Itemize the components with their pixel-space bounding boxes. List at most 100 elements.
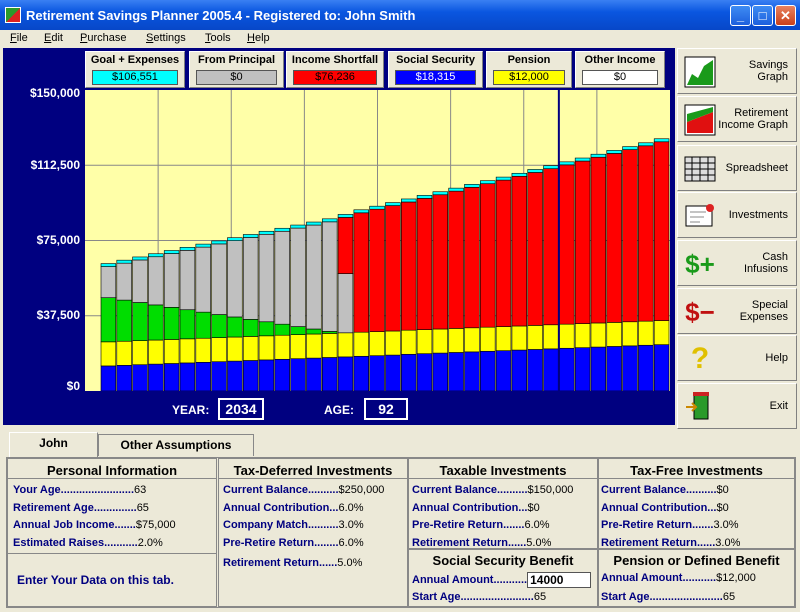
tx-pre-retire-return-value[interactable]: 6.0%	[524, 519, 549, 531]
chart-bar-segment	[464, 327, 480, 353]
your-age-value[interactable]: 63	[134, 484, 146, 496]
investments-icon	[684, 200, 716, 232]
cash-infusions-button[interactable]: $+ Cash Infusions	[677, 240, 797, 286]
chart-bar-segment	[116, 299, 132, 342]
pension-amount-value[interactable]: $12,000	[716, 572, 756, 584]
td-retirement-return-value[interactable]: 5.0%	[337, 557, 362, 569]
chart-bar-segment	[480, 326, 496, 352]
dollar-minus-icon: $−	[685, 297, 715, 327]
pension-start-age-value[interactable]: 65	[723, 591, 735, 603]
chart-bar-segment	[653, 320, 670, 345]
td-pre-retire-return-value[interactable]: 6.0%	[339, 537, 364, 549]
goal-expenses-label: Goal + Expenses	[90, 54, 180, 66]
td-pre-retire-return-label: Pre-Retire Return........	[223, 537, 339, 549]
chart-bar-segment	[527, 169, 543, 173]
menu-purchase[interactable]: Purchase	[80, 32, 126, 44]
chart-bar-segment	[480, 180, 496, 185]
menu-tools[interactable]: Tools	[205, 32, 231, 44]
chart-bar-segment	[574, 160, 591, 324]
chart-bar-segment	[369, 331, 385, 356]
menu-help[interactable]: Help	[247, 32, 270, 44]
tax-free-title: Tax-Free Investments	[599, 463, 794, 479]
annual-job-income-value[interactable]: $75,000	[136, 519, 176, 531]
tf-retirement-return-value[interactable]: 3.0%	[715, 537, 740, 549]
tx-annual-contribution-value[interactable]: $0	[527, 502, 539, 514]
menu-file[interactable]: File	[10, 32, 28, 44]
tf-current-balance-value[interactable]: $0	[717, 484, 729, 496]
ssb-amount-input[interactable]: 14000	[527, 572, 592, 588]
chart-bar-segment	[527, 325, 543, 350]
chart-bar-segment	[337, 332, 354, 358]
tf-pre-retire-return-value[interactable]: 3.0%	[713, 519, 738, 531]
retirement-age-label: Retirement Age..............	[13, 502, 137, 514]
chart-bar-segment	[148, 363, 164, 391]
chart-bar-segment	[337, 273, 354, 334]
chart-bar-segment	[543, 168, 559, 326]
ssb-start-age-value[interactable]: 65	[534, 591, 546, 603]
social-security-label: Social Security	[396, 54, 475, 66]
chart-bar-segment	[606, 150, 622, 154]
td-retirement-return-label: Retirement Return......	[223, 557, 338, 569]
td-annual-contribution-value[interactable]: 6.0%	[338, 502, 363, 514]
chart-bar-segment	[148, 253, 164, 258]
chart-bar-segment	[242, 237, 259, 320]
chart-bar-segment	[416, 353, 433, 391]
chart-bar-segment	[527, 172, 543, 326]
retirement-income-graph-button[interactable]: Retirement Income Graph	[677, 96, 797, 142]
spreadsheet-button[interactable]: Spreadsheet	[677, 145, 797, 191]
td-company-match-value[interactable]: 3.0%	[339, 519, 364, 531]
chart-bar-segment	[179, 250, 196, 311]
chart-bar-segment	[401, 353, 417, 391]
investments-label: Investments	[728, 209, 788, 221]
chart-bar-segment	[321, 331, 338, 334]
menu-settings[interactable]: Settings	[146, 32, 186, 44]
chart-bar-segment	[211, 243, 227, 315]
from-principal-value: $0	[196, 70, 277, 85]
td-current-balance-value[interactable]: $250,000	[339, 484, 385, 496]
pension-label: Pension	[507, 54, 551, 66]
special-expenses-button[interactable]: $− Special Expenses	[677, 288, 797, 334]
chart-bar-segment	[464, 184, 480, 188]
exit-button[interactable]: Exit	[677, 383, 797, 429]
chart-bar-segment	[606, 322, 622, 347]
tx-annual-contribution-label: Annual Contribution...	[412, 502, 528, 514]
tx-current-balance-value[interactable]: $150,000	[528, 484, 574, 496]
tx-retirement-return-label: Retirement Return......	[412, 537, 527, 549]
estimated-raises-value[interactable]: 2.0%	[138, 537, 163, 549]
minimize-button[interactable]: _	[730, 5, 751, 26]
chart-bar-segment	[638, 142, 654, 147]
chart-bar-segment	[448, 328, 464, 353]
chart-bar-segment	[432, 328, 449, 354]
menu-bar: File Edit Purchase Settings Tools Help	[0, 30, 800, 48]
title-bar[interactable]: Retirement Savings Planner 2005.4 - Regi…	[0, 0, 800, 30]
chart-bar-segment	[306, 328, 322, 335]
other-income-label: Other Income	[584, 54, 656, 66]
y-tick-label: $37,500	[36, 308, 80, 322]
close-button[interactable]: ✕	[775, 5, 796, 26]
chart-bar-segment	[211, 361, 227, 391]
tf-annual-contribution-label: Annual Contribution...	[601, 502, 717, 514]
help-button[interactable]: ? Help	[677, 335, 797, 381]
pension-box: Pension $12,000	[486, 51, 572, 88]
from-principal-label: From Principal	[197, 54, 276, 66]
tab-other-assumptions[interactable]: Other Assumptions	[98, 434, 254, 456]
investments-button[interactable]: Investments	[677, 192, 797, 238]
retirement-income-chart[interactable]	[85, 90, 670, 391]
personal-info-title: Personal Information	[8, 463, 216, 479]
menu-edit[interactable]: Edit	[44, 32, 63, 44]
td-company-match-label: Company Match..........	[223, 519, 339, 531]
maximize-button[interactable]: □	[752, 5, 773, 26]
chart-bar-segment	[416, 195, 433, 199]
from-principal-box: From Principal $0	[189, 51, 284, 88]
savings-graph-button[interactable]: Savings Graph	[677, 48, 797, 94]
tf-annual-contribution-value[interactable]: $0	[716, 502, 728, 514]
retirement-age-value[interactable]: 65	[137, 502, 149, 514]
chart-bar-segment	[638, 344, 654, 391]
spreadsheet-label: Spreadsheet	[725, 162, 788, 174]
tx-retirement-return-value[interactable]: 5.0%	[526, 537, 551, 549]
tab-john[interactable]: John	[9, 432, 98, 457]
your-age-label: Your Age........................	[13, 484, 135, 496]
chart-bar-segment	[306, 224, 322, 330]
y-tick-label: $75,000	[36, 233, 80, 247]
chart-bar-segment	[195, 361, 211, 391]
